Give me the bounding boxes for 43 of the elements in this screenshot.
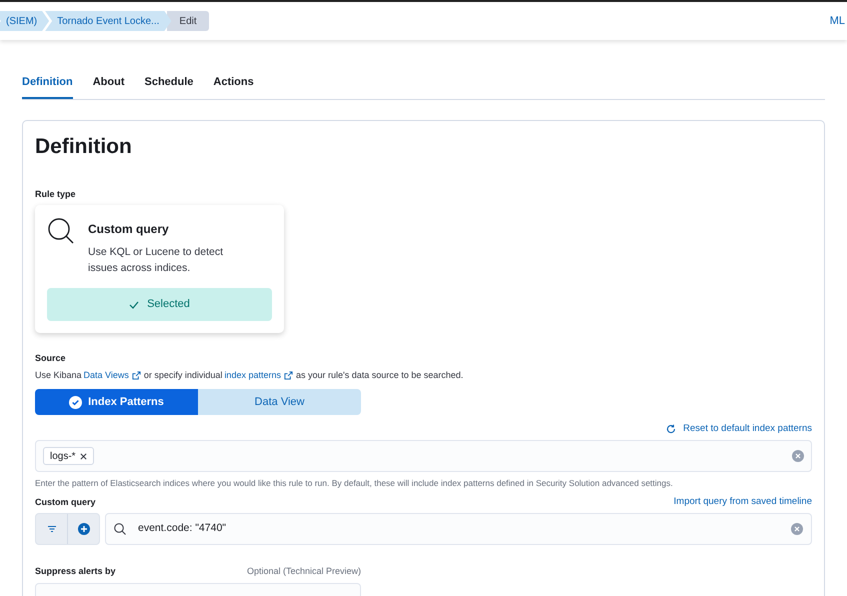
external-link-icon: [284, 370, 293, 380]
help-text: Enter the pattern of Elasticsearch indices where you would like this rule to run. By default, these will include index patterns defined in Security Solution advanced settings.: [35, 477, 674, 490]
selected-button[interactable]: Selected: [47, 288, 272, 321]
field-label: Source: [35, 352, 67, 365]
search-icon: [47, 217, 75, 245]
breadcrumb[interactable]: (SIEM): [0, 11, 50, 31]
filter-icon: [48, 526, 56, 532]
data-views-link[interactable]: Data Views: [84, 368, 129, 382]
search-icon: [114, 523, 126, 536]
card-description: Use KQL or Lucene to detect issues across indices.: [88, 245, 224, 276]
source-toggle-button[interactable]: Data View: [198, 389, 361, 415]
reset-link[interactable]: Reset to default index patterns: [666, 422, 812, 436]
card-title: Custom query: [88, 221, 170, 238]
tab[interactable]: Schedule: [144, 72, 194, 98]
optional-label: Optional (Technical Preview): [246, 565, 361, 578]
source-help-text: Use Kibana: [35, 368, 82, 382]
index-patterns-field[interactable]: logs-*: [35, 440, 812, 472]
query-text: event.code: "4740": [138, 521, 226, 536]
external-link-icon: [132, 370, 141, 380]
source-help-text: as your rule's data source to be searched.: [296, 368, 464, 382]
source-toggle-button[interactable]: Index Patterns: [35, 389, 198, 415]
breadcrumb[interactable]: Edit: [167, 11, 209, 31]
field-label: Custom query: [35, 496, 96, 509]
header-link[interactable]: ML: [830, 12, 845, 30]
check-circle-icon: [69, 396, 82, 408]
pattern-chip: logs-*: [43, 447, 94, 466]
refresh-icon: [666, 424, 676, 434]
tab[interactable]: About: [92, 72, 124, 98]
field-label: Suppress alerts by: [35, 565, 116, 578]
check-icon: [129, 300, 140, 310]
import-query-link[interactable]: Import query from saved timeline: [674, 495, 812, 510]
query-field[interactable]: event.code: "4740": [105, 513, 812, 546]
index-patterns-link[interactable]: index patterns: [224, 368, 281, 382]
source-help-text: or specify individual: [144, 368, 222, 382]
field-label: Rule type: [35, 188, 77, 201]
breadcrumb[interactable]: Tornado Event Locke...: [45, 11, 172, 31]
tab[interactable]: Actions: [213, 72, 254, 98]
plus-circle-icon: [78, 523, 90, 536]
tab[interactable]: Definition: [22, 72, 73, 98]
clear-icon[interactable]: [792, 450, 804, 462]
panel-title: Definition: [35, 134, 133, 160]
clear-icon[interactable]: [791, 523, 803, 536]
remove-icon[interactable]: [80, 452, 87, 460]
